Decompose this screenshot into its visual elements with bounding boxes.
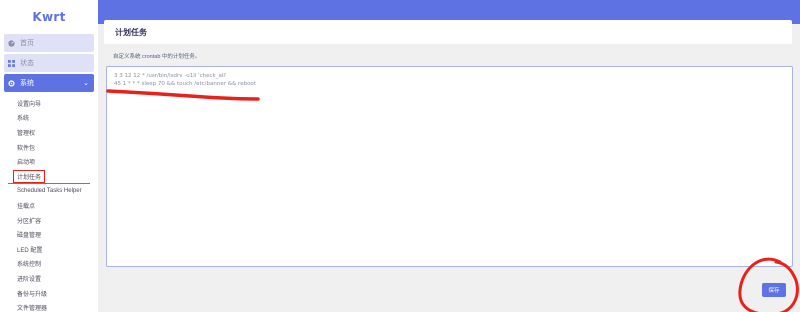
sidebar-item-system[interactable]: 系统 ⌄ (4, 74, 94, 92)
status-icon (8, 59, 15, 67)
sidebar-subitem[interactable]: 备份与升级 (0, 286, 98, 301)
sidebar-subitem[interactable]: 软件包 (0, 140, 98, 155)
gear-icon (8, 79, 15, 87)
sidebar-subitem[interactable]: Scheduled Tasks Helper (0, 184, 98, 199)
sidebar-subitem[interactable]: 启动项 (0, 154, 98, 169)
sidebar-subitem[interactable]: 分区扩容 (0, 213, 98, 228)
page-title: 计划任务 (104, 20, 792, 44)
sidebar: Kwrt 首页 状态 系统 ⌄ 设置向导 系统 管理权 软件包 启动项 计划任务 (0, 0, 98, 312)
sidebar-subitem[interactable]: 文件管理器 (0, 300, 98, 312)
sidebar-submenu: 设置向导 系统 管理权 软件包 启动项 计划任务 Scheduled Tasks… (0, 94, 98, 312)
sidebar-subitem[interactable]: 挂载点 (0, 198, 98, 213)
crontab-editor[interactable]: 3 3 12 12 * /usr/bin/lsdrv -u1li 'check_… (106, 66, 793, 267)
sidebar-subitem[interactable]: 管理权 (0, 125, 98, 140)
sidebar-item-label: 首页 (20, 40, 34, 47)
sidebar-subitem[interactable]: 磁盘管理 (0, 227, 98, 242)
dashboard-icon (8, 39, 15, 47)
crontab-line: 45 1 * * * sleep 70 && touch /etc/banner… (114, 81, 256, 87)
sidebar-subitem[interactable]: 系统 (0, 111, 98, 126)
page-description: 自定义系统 crontab 中的计划任务。 (113, 54, 201, 60)
brand-logo[interactable]: Kwrt (0, 0, 98, 34)
sidebar-subitem[interactable]: 进阶设置 (0, 271, 98, 286)
sidebar-item-label: 状态 (20, 60, 34, 67)
sidebar-nav: 首页 状态 系统 ⌄ (0, 34, 98, 92)
sidebar-subitem[interactable]: 设置向导 (0, 96, 98, 111)
crontab-line: 3 3 12 12 * /usr/bin/lsdrv -u1li 'check_… (114, 73, 227, 79)
chevron-down-icon: ⌄ (83, 80, 89, 87)
sidebar-item-home[interactable]: 首页 (4, 34, 94, 52)
sidebar-subitem[interactable]: 系统控制 (0, 257, 98, 272)
sidebar-subitem-scheduled-tasks[interactable]: 计划任务 (0, 169, 98, 184)
save-button[interactable]: 保存 (762, 283, 786, 297)
sidebar-item-status[interactable]: 状态 (4, 54, 94, 72)
sidebar-subitem[interactable]: LED 配置 (0, 242, 98, 257)
sidebar-item-label: 系统 (20, 80, 34, 87)
